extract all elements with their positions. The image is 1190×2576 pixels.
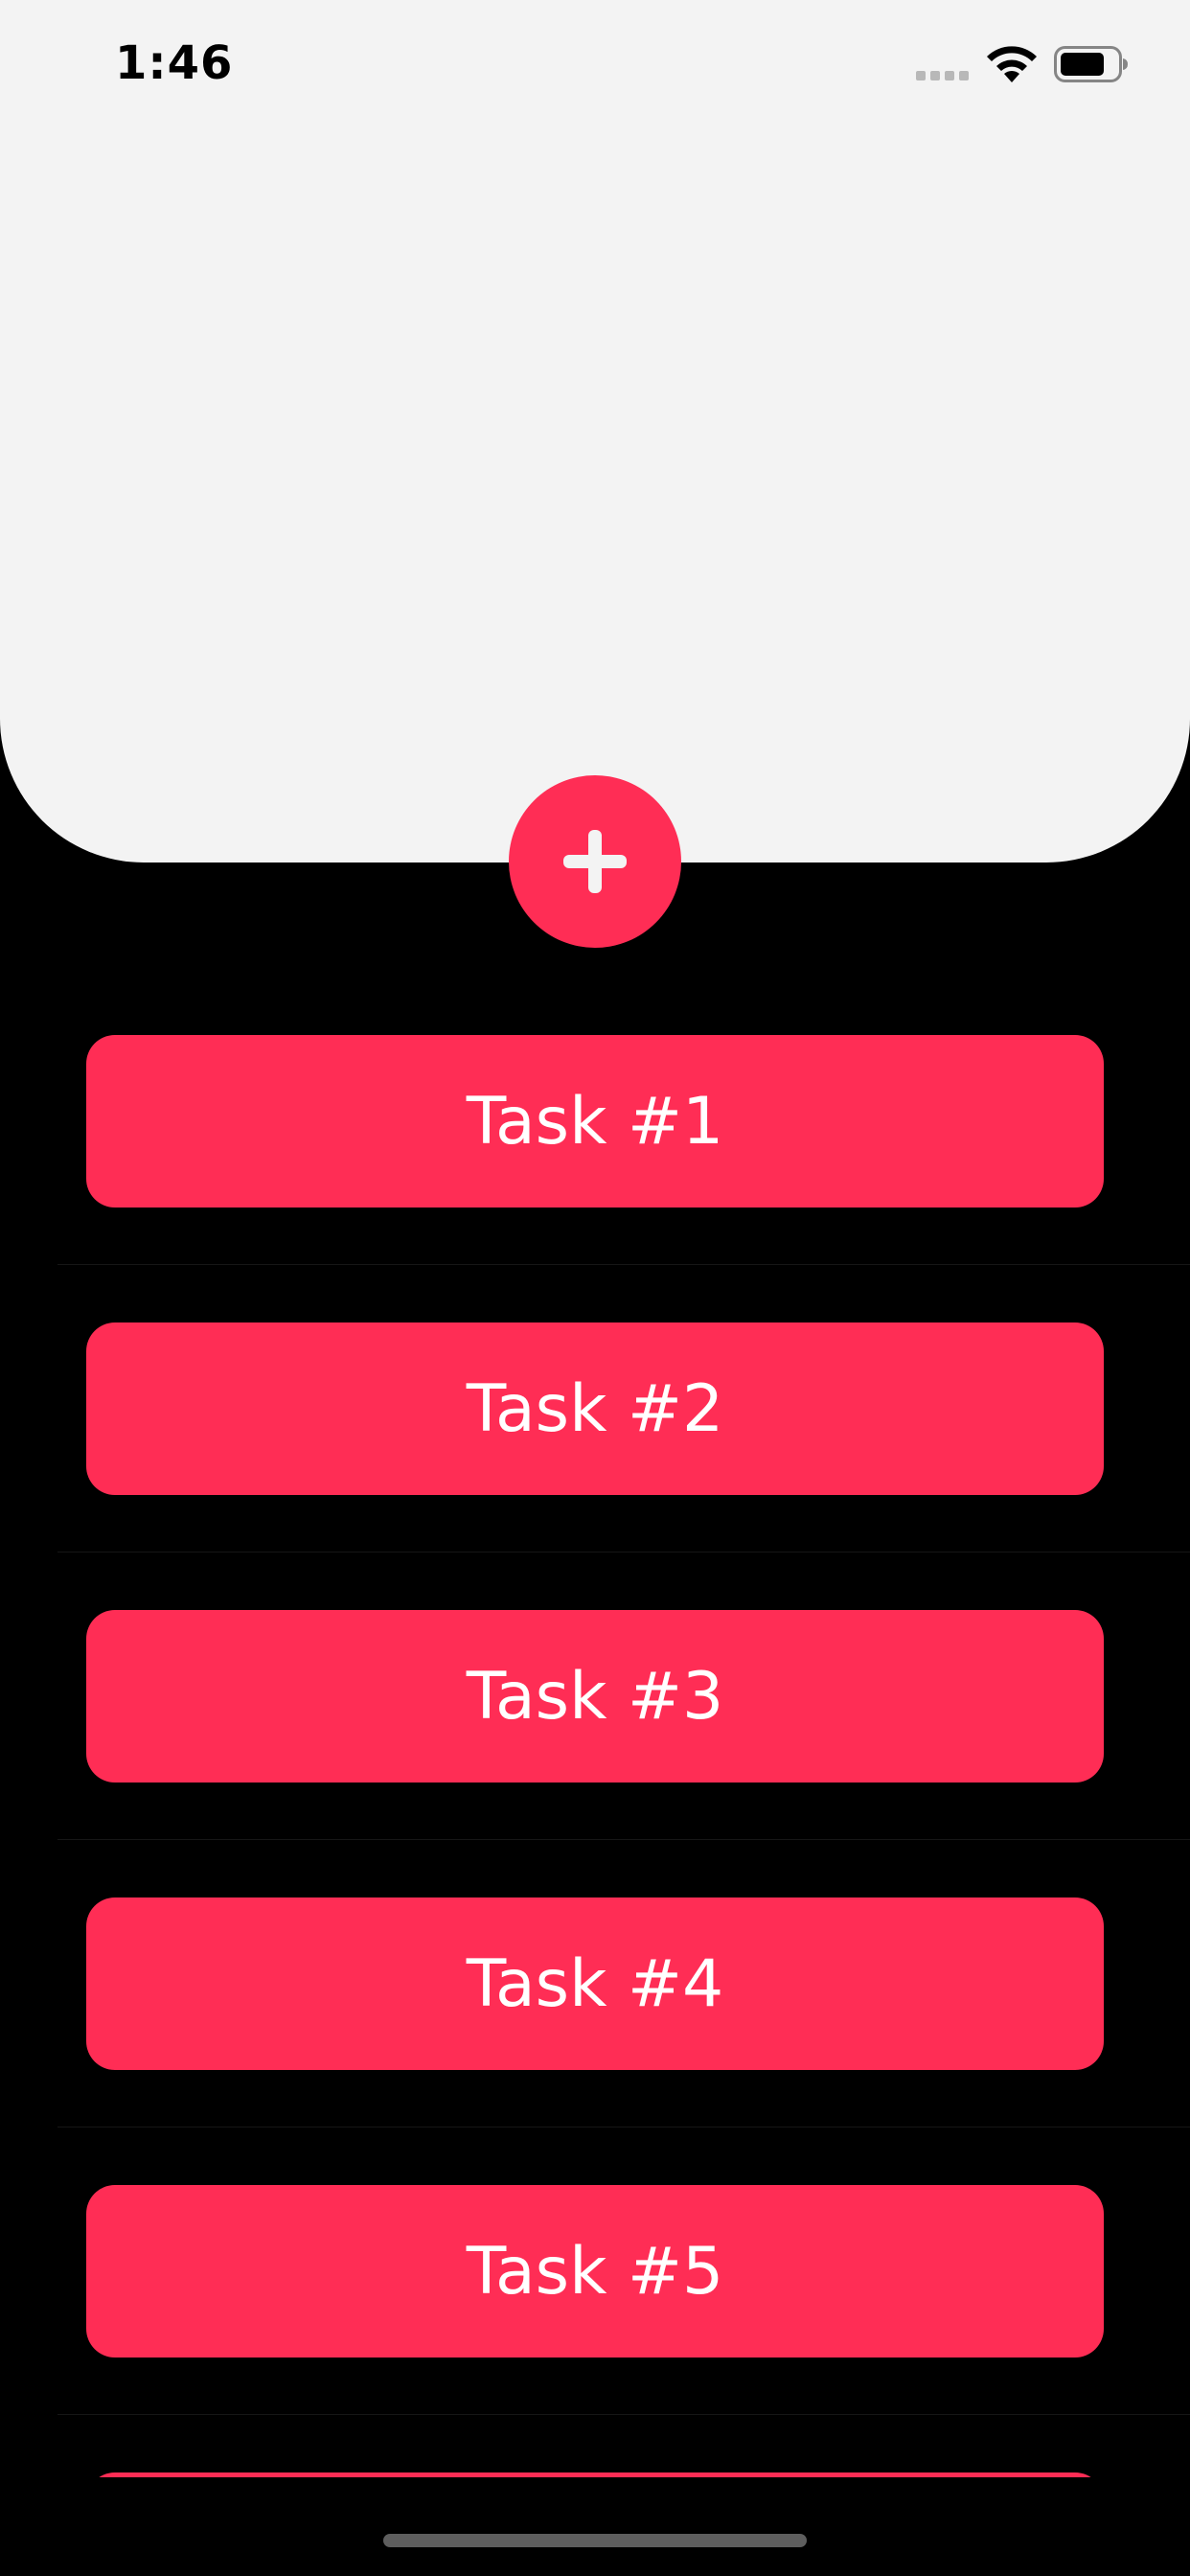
list-item: Task #3 <box>0 1552 1190 1840</box>
task-button[interactable]: Task #5 <box>86 2185 1104 2358</box>
task-button[interactable]: Task #4 <box>86 1898 1104 2070</box>
home-indicator[interactable] <box>383 2534 807 2547</box>
list-item: Task #4 <box>0 1840 1190 2128</box>
task-button[interactable]: Task #1 <box>86 1035 1104 1208</box>
list-item: Task #5 <box>0 2128 1190 2415</box>
task-button[interactable]: Task #2 <box>86 1322 1104 1495</box>
plus-icon <box>563 830 627 893</box>
task-list[interactable]: Task #1 Task #2 Task #3 Task #4 Task #5 <box>0 978 1190 2477</box>
header-panel <box>0 0 1190 862</box>
battery-icon <box>1054 46 1128 82</box>
list-item: Task #1 <box>0 978 1190 1265</box>
task-button[interactable] <box>86 2472 1104 2477</box>
task-button[interactable]: Task #3 <box>86 1610 1104 1782</box>
list-item <box>0 2415 1190 2477</box>
wifi-icon <box>987 46 1037 82</box>
add-task-button[interactable] <box>509 775 681 948</box>
status-bar: 1:46 <box>0 0 1190 125</box>
status-time: 1:46 <box>115 36 234 90</box>
signal-icon <box>916 71 970 80</box>
list-item: Task #2 <box>0 1265 1190 1552</box>
